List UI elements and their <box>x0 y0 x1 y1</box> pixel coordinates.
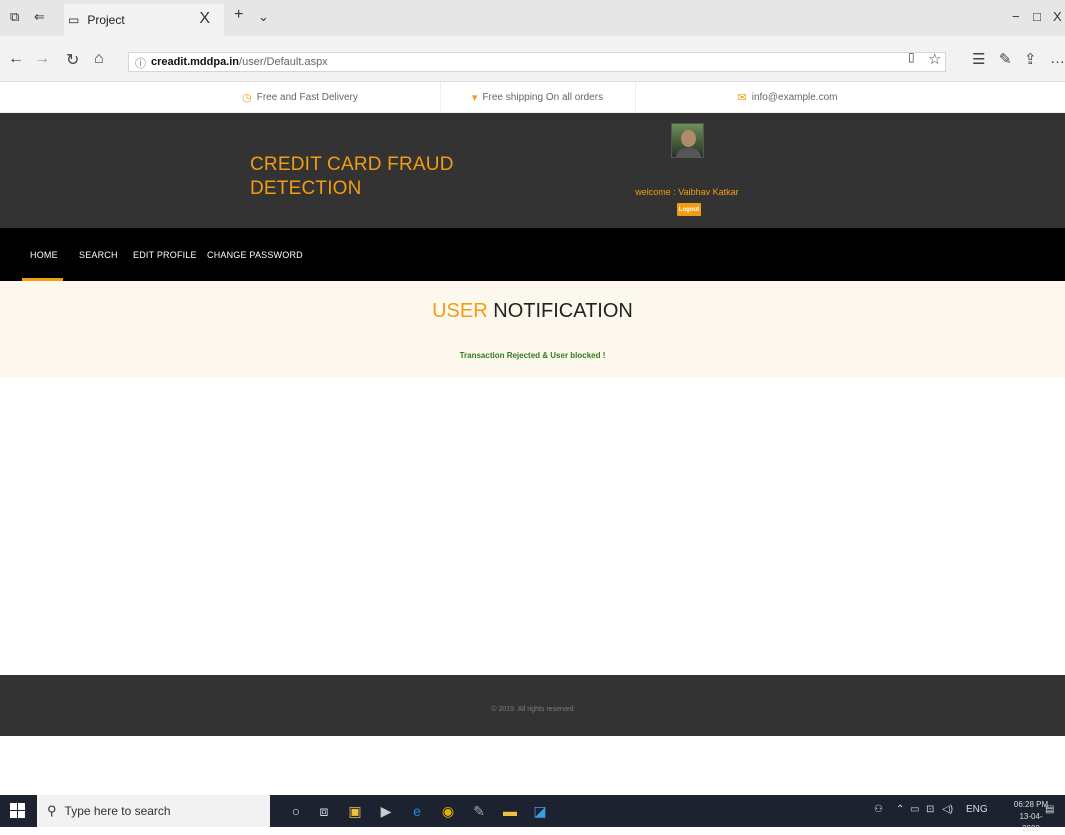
notifications-icon[interactable]: ▤ <box>1045 804 1054 815</box>
photos-icon[interactable]: ◪ <box>530 801 550 821</box>
home-icon[interactable]: ⌂ <box>94 50 104 68</box>
info-delivery-label: Free and Fast Delivery <box>256 92 358 103</box>
new-tab-button[interactable]: + <box>234 6 243 24</box>
windows-taskbar: ⚲ Type here to search ○ ⧈ ▣ ▶ e ◉ ✎ ▬ ◪ … <box>0 795 1065 833</box>
store-icon[interactable]: ▣ <box>345 801 365 821</box>
browser-tab[interactable]: ▭ Project X <box>64 4 224 36</box>
pen-icon[interactable]: ✎ <box>999 50 1012 68</box>
page-title: USER NOTIFICATION <box>0 300 1065 323</box>
info-strip: ◷ Free and Fast Delivery ▾ Free shipping… <box>0 82 1065 113</box>
reading-view-icon[interactable]: ▯ <box>908 50 915 64</box>
tab-aside-icon[interactable]: ⇐ <box>34 9 45 25</box>
search-icon: ⚲ <box>47 803 57 818</box>
info-shipping-label: Free shipping On all orders <box>482 92 604 103</box>
task-view-icon[interactable]: ⧈ <box>314 801 334 821</box>
tab-close-icon[interactable]: X <box>199 10 210 28</box>
cart-icon: ▾ <box>471 92 478 104</box>
minimize-button[interactable]: − <box>1012 9 1020 24</box>
info-email: ✉ info@example.com <box>635 82 940 113</box>
language-indicator[interactable]: ENG <box>966 804 988 815</box>
site-brand-title[interactable]: CREDIT CARD FRAUD DETECTION <box>250 153 470 201</box>
tray-chevron-icon[interactable]: ⌃ <box>896 804 904 815</box>
nav-item-edit-profile[interactable]: EDIT PROFILE <box>133 250 197 260</box>
clock-icon: ◷ <box>242 92 252 104</box>
main-nav: HOME SEARCH EDIT PROFILE CHANGE PASSWORD <box>0 228 1065 281</box>
info-delivery: ◷ Free and Fast Delivery <box>160 82 440 113</box>
file-explorer-icon[interactable]: ▬ <box>500 801 520 821</box>
favorite-star-icon[interactable]: ☆ <box>928 50 941 68</box>
url-path: /user/Default.aspx <box>239 56 328 68</box>
chrome-icon[interactable]: ◉ <box>438 801 458 821</box>
info-icon[interactable]: ⓘ <box>135 55 146 71</box>
tab-title: Project <box>87 13 125 27</box>
notification-section: USER NOTIFICATION Transaction Rejected &… <box>0 281 1065 377</box>
cortana-icon[interactable]: ○ <box>286 801 306 821</box>
share-icon[interactable]: ⇪ <box>1024 50 1037 68</box>
volume-icon[interactable]: ◁) <box>942 804 953 815</box>
nav-item-search[interactable]: SEARCH <box>79 250 118 260</box>
tab-preview-icon[interactable]: ⧉ <box>10 9 19 25</box>
page-title-highlight: USER <box>432 300 488 322</box>
tab-menu-chevron-icon[interactable]: ⌄ <box>258 9 269 25</box>
info-shipping: ▾ Free shipping On all orders <box>440 82 635 113</box>
copyright-text: © 2019. All rights reserved <box>491 706 574 713</box>
info-email-label: info@example.com <box>751 92 838 103</box>
mail-icon: ✉ <box>737 92 747 104</box>
page-icon: ▭ <box>68 13 80 27</box>
refresh-icon[interactable]: ↻ <box>66 50 79 70</box>
windows-start-icon[interactable] <box>10 803 26 819</box>
search-placeholder: Type here to search <box>64 804 171 818</box>
welcome-text: welcome : Vaibhav Katkar <box>635 187 739 197</box>
url-host: creadit.mddpa.in <box>151 56 240 68</box>
edge-icon[interactable]: e <box>407 801 427 821</box>
url-field[interactable]: ⓘ creadit.mddpa.in/user/Default.aspx <box>128 52 946 72</box>
paint-icon[interactable]: ✎ <box>469 801 489 821</box>
logout-button[interactable]: Logout <box>677 203 701 216</box>
browser-tab-bar: ⧉ ⇐ ▭ Project X + ⌄ − □ X <box>0 0 1065 36</box>
forward-icon[interactable]: → <box>34 50 50 68</box>
close-window-button[interactable]: X <box>1053 9 1062 24</box>
network-icon[interactable]: ⊡ <box>926 804 934 815</box>
site-header: CREDIT CARD FRAUD DETECTION welcome : Va… <box>0 113 1065 228</box>
notification-message: Transaction Rejected & User blocked ! <box>459 351 606 360</box>
page-title-rest: NOTIFICATION <box>487 300 633 322</box>
media-app-icon[interactable]: ▶ <box>376 801 396 821</box>
maximize-button[interactable]: □ <box>1033 9 1041 24</box>
taskbar-search-input[interactable]: ⚲ Type here to search <box>37 795 270 827</box>
nav-item-change-password[interactable]: CHANGE PASSWORD <box>207 250 303 260</box>
nav-item-home[interactable]: HOME <box>30 250 58 260</box>
site-footer: © 2019. All rights reserved <box>0 675 1065 736</box>
back-icon[interactable]: ← <box>8 50 24 68</box>
battery-icon[interactable]: ▭ <box>910 804 919 815</box>
more-icon[interactable]: … <box>1050 50 1065 67</box>
favorites-list-icon[interactable]: ☰ <box>972 50 985 68</box>
address-bar-row: ← → ↻ ⌂ ⓘ creadit.mddpa.in/user/Default.… <box>0 36 1065 82</box>
people-icon[interactable]: ⚇ <box>874 804 883 815</box>
avatar <box>671 123 704 158</box>
